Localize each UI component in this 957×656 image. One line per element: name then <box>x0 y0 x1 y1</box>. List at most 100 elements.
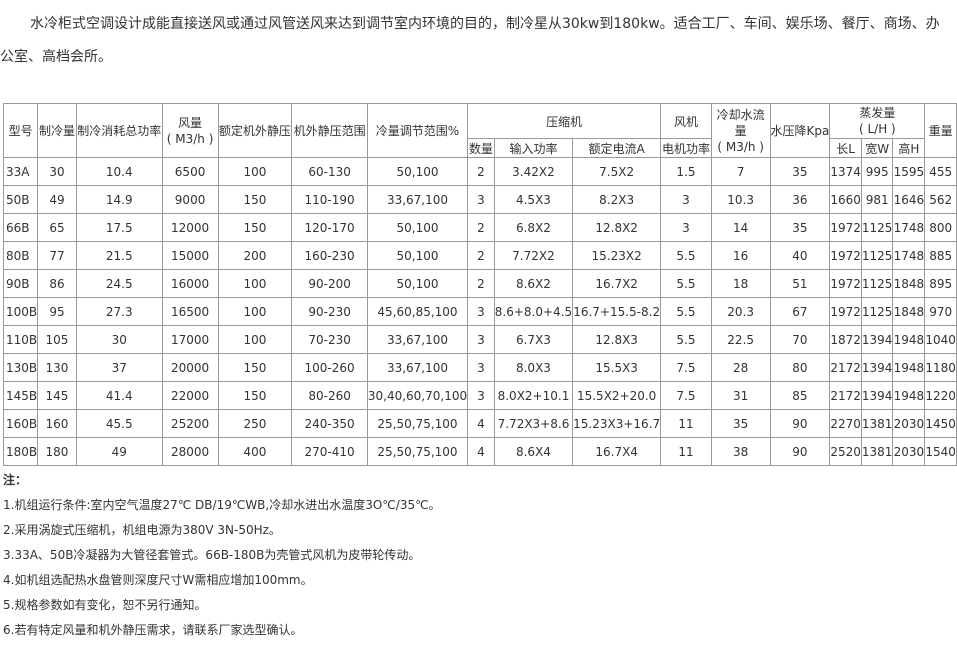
table-cell: 1540 <box>924 437 957 466</box>
table-cell: 21.5 <box>75 241 163 270</box>
table-cell: 14 <box>710 213 771 242</box>
notes-header: 注： <box>3 473 28 487</box>
table-cell: 2030 <box>892 437 926 466</box>
spec-table-body: 33A 30 10.4 6500 100 60-130 50,100 2 3.42X2 7.5X2… <box>2 157 957 466</box>
header-evaporator-unit: ( L/H ) <box>858 122 896 136</box>
table-cell: 3 <box>660 185 712 214</box>
table-cell: 5.5 <box>660 325 712 354</box>
table-cell: 7.5 <box>660 381 712 410</box>
table-cell: 1872 <box>829 325 862 354</box>
header-static-rated: 额定机外静压 <box>217 103 293 158</box>
table-cell: 30 <box>37 157 77 186</box>
table-cell: 160B <box>2 409 39 438</box>
table-cell: 16.7+15.5-8.2 <box>572 297 662 326</box>
table-cell: 2030 <box>892 409 926 438</box>
table-cell: 1848 <box>892 269 926 298</box>
table-cell: 15.23X3+16.7 <box>572 409 662 438</box>
table-cell: 1972 <box>829 297 862 326</box>
table-cell: 9000 <box>161 185 219 214</box>
table-cell: 5.5 <box>660 269 712 298</box>
table-cell: 80 <box>769 353 831 382</box>
table-cell: 160-230 <box>291 241 368 270</box>
table-cell: 40 <box>769 241 831 270</box>
table-cell: 33A <box>2 157 39 186</box>
table-cell: 3 <box>467 353 495 382</box>
header-evaporator-label: 蒸发量 <box>859 106 896 120</box>
table-cell: 28 <box>710 353 771 382</box>
header-water-flow-unit: ( M3/h ) <box>717 139 764 154</box>
table-cell: 3 <box>467 381 495 410</box>
table-cell: 11 <box>660 437 712 466</box>
note-item: 5.规格参数如有变化，恕不另行通知。 <box>3 598 207 612</box>
table-cell: 100 <box>217 269 293 298</box>
table-cell: 100 <box>217 297 293 326</box>
table-cell: 14.9 <box>75 185 163 214</box>
table-cell: 110B <box>2 325 39 354</box>
table-cell: 27.3 <box>75 297 163 326</box>
table-cell: 8.0X3 <box>493 353 574 382</box>
table-cell: 1748 <box>892 241 926 270</box>
table-cell: 18 <box>710 269 771 298</box>
table-cell: 105 <box>37 325 77 354</box>
table-cell: 15.5X2+20.0 <box>572 381 662 410</box>
table-row: 160B 160 45.5 25200 250 240-350 25,50,75,100 4 7… <box>2 409 957 438</box>
table-cell: 4.5X3 <box>493 185 574 214</box>
table-cell: 1381 <box>860 437 894 466</box>
table-cell: 70-230 <box>291 325 368 354</box>
table-cell: 1220 <box>924 381 957 410</box>
table-cell: 1848 <box>892 297 926 326</box>
header-water-flow: 冷却水流量 ( M3/h ) <box>710 103 771 158</box>
table-cell: 33,67,100 <box>366 185 469 214</box>
table-cell: 17.5 <box>75 213 163 242</box>
notes-section: 注： 1.机组运行条件:室内空气温度27℃ DB/19℃WB,冷却水进出水温度3… <box>3 467 943 643</box>
table-cell: 180 <box>37 437 77 466</box>
header-airflow-label: 风量 <box>178 115 203 130</box>
table-cell: 22.5 <box>710 325 771 354</box>
table-row: 130B 130 37 20000 150 100-260 33,67,100 3 8.0X3 1… <box>2 353 957 382</box>
table-cell: 50,100 <box>366 157 469 186</box>
table-cell: 12.8X2 <box>572 213 662 242</box>
header-weight: 重量 <box>924 103 957 158</box>
table-cell: 3 <box>467 325 495 354</box>
table-cell: 49 <box>37 185 77 214</box>
table-cell: 22000 <box>161 381 219 410</box>
table-cell: 3 <box>467 185 495 214</box>
table-cell: 100 <box>217 157 293 186</box>
table-cell: 995 <box>860 157 894 186</box>
table-cell: 16 <box>710 241 771 270</box>
header-cooling: 制冷量 <box>37 103 77 158</box>
table-row: 80B 77 21.5 15000 200 160-230 50,100 2 7.72X2 15.… <box>2 241 957 270</box>
table-cell: 200 <box>217 241 293 270</box>
table-cell: 1394 <box>860 381 894 410</box>
table-cell: 100 <box>217 325 293 354</box>
table-cell: 885 <box>924 241 957 270</box>
table-cell: 95 <box>37 297 77 326</box>
table-cell: 66B <box>2 213 39 242</box>
table-cell: 1381 <box>860 409 894 438</box>
table-cell: 60-130 <box>291 157 368 186</box>
table-cell: 2172 <box>829 381 862 410</box>
table-cell: 80B <box>2 241 39 270</box>
table-cell: 1374 <box>829 157 862 186</box>
table-cell: 150 <box>217 185 293 214</box>
table-cell: 50,100 <box>366 213 469 242</box>
table-cell: 2 <box>467 241 495 270</box>
header-fan-power: 电机功率 <box>660 138 712 158</box>
table-cell: 12.8X3 <box>572 325 662 354</box>
table-cell: 20.3 <box>710 297 771 326</box>
table-cell: 7.5 <box>660 353 712 382</box>
table-cell: 45,60,85,100 <box>366 297 469 326</box>
table-row: 66B 65 17.5 12000 150 120-170 50,100 2 6.8X2 12.8… <box>2 213 957 242</box>
table-cell: 10.4 <box>75 157 163 186</box>
table-cell: 85 <box>769 381 831 410</box>
table-cell: 6.8X2 <box>493 213 574 242</box>
header-water-flow-label: 冷却水流量 <box>716 107 765 138</box>
table-cell: 1125 <box>860 297 894 326</box>
table-cell: 8.6X2 <box>493 269 574 298</box>
table-cell: 562 <box>924 185 957 214</box>
table-cell: 270-410 <box>291 437 368 466</box>
table-cell: 1972 <box>829 269 862 298</box>
table-cell: 150 <box>217 381 293 410</box>
table-cell: 20000 <box>161 353 219 382</box>
table-cell: 6.7X3 <box>493 325 574 354</box>
